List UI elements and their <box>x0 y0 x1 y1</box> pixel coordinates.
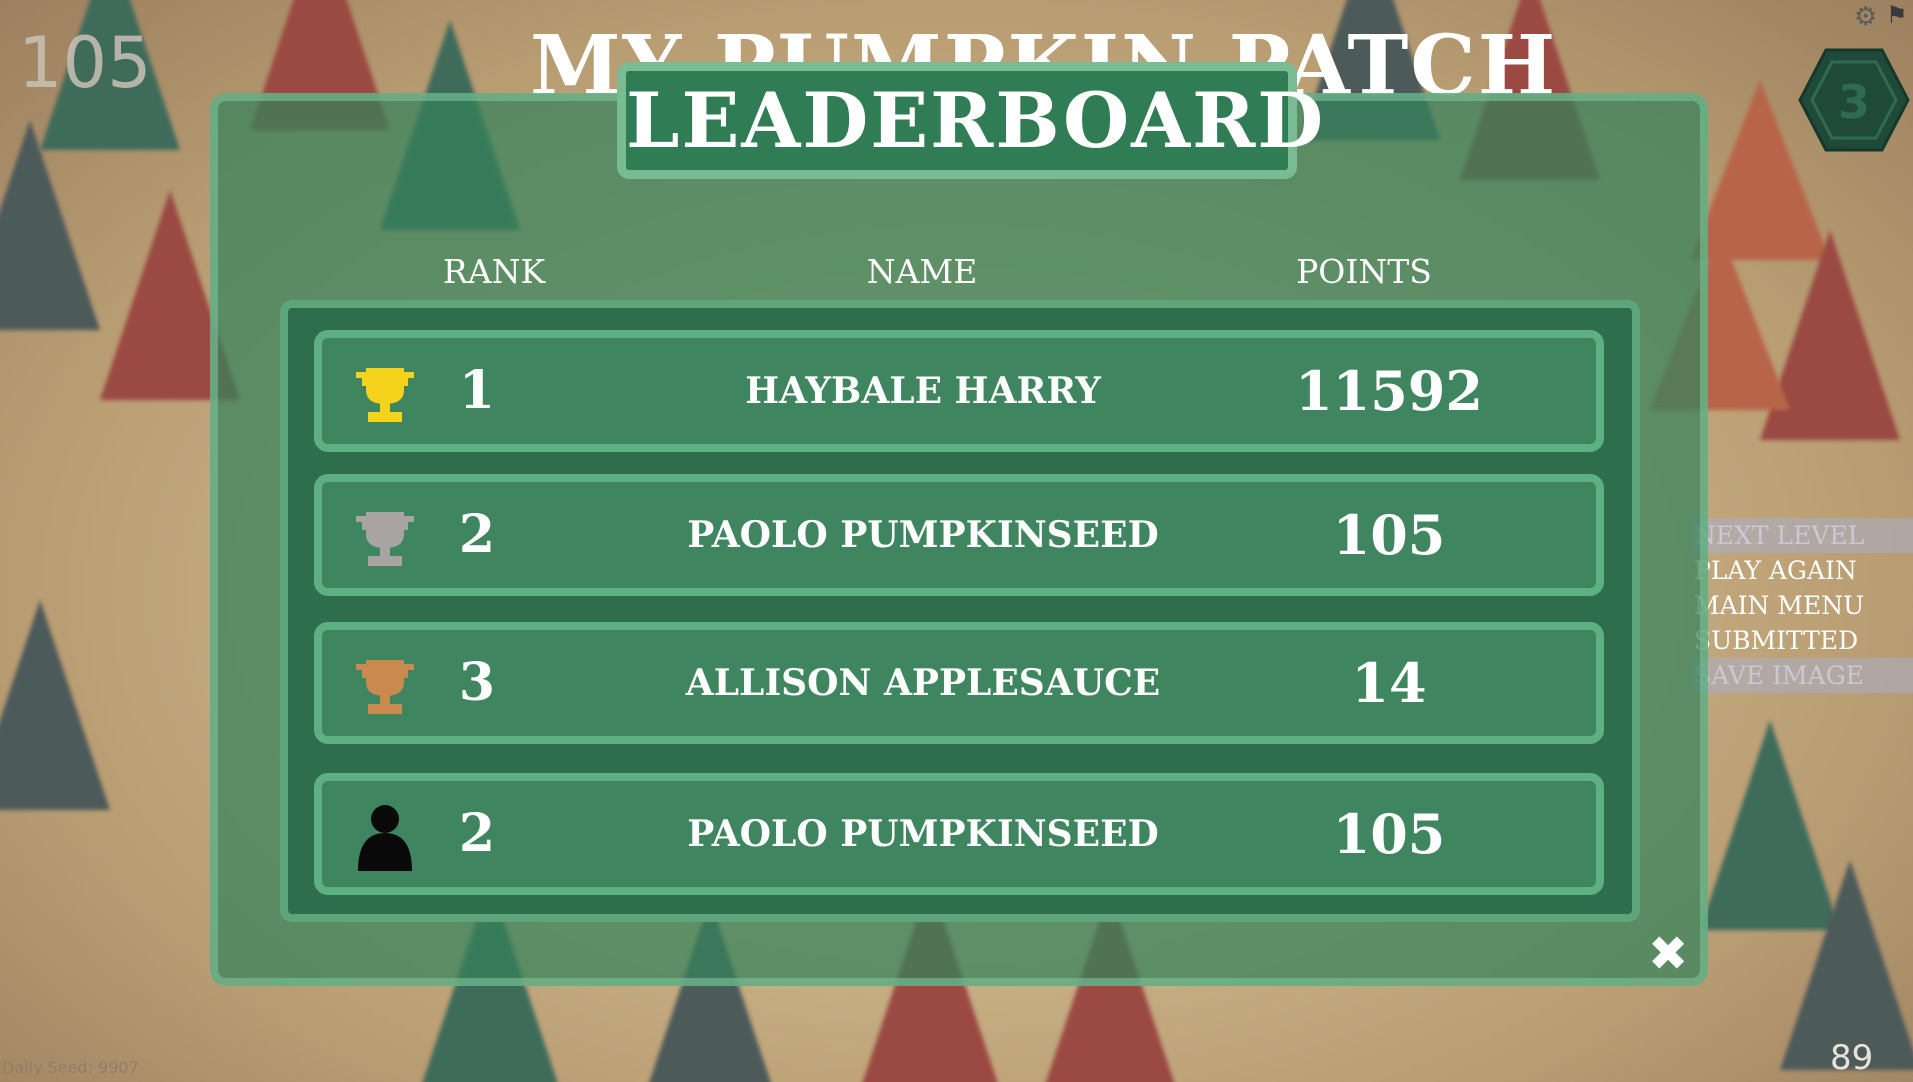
bronze-trophy-icon <box>352 658 418 718</box>
silver-trophy-icon <box>352 510 418 570</box>
submitted-button[interactable]: SUBMITTED <box>1690 623 1913 658</box>
background-tree <box>0 120 100 330</box>
flag-icon[interactable]: ⚑ <box>1886 2 1912 28</box>
leaderboard-row: 1 HAYBALE HARRY 11592 <box>314 330 1604 452</box>
player-points: 105 <box>1332 503 1446 567</box>
settings-gear-icon[interactable]: ⚙ <box>1854 4 1880 30</box>
rank-number: 1 <box>458 360 496 421</box>
play-again-button[interactable]: PLAY AGAIN <box>1690 553 1913 588</box>
main-menu-button[interactable]: MAIN MENU <box>1690 588 1913 623</box>
player-name: PAOLO PUMPKINSEED <box>687 514 1159 556</box>
rank-column-header: RANK <box>442 252 546 291</box>
leaderboard-title: LEADERBOARD <box>617 62 1323 179</box>
gold-trophy-icon <box>352 366 418 426</box>
next-level-button[interactable]: NEXT LEVEL <box>1690 518 1913 553</box>
player-points: 11592 <box>1295 359 1483 423</box>
player-silhouette-icon <box>352 803 418 873</box>
current-player-row: 2 PAOLO PUMPKINSEED 105 <box>314 773 1604 895</box>
close-icon[interactable]: ✖ <box>1648 930 1688 978</box>
game-scene: 105 MY PUMPKIN PATCH ⚙ ⚑ 3 NEXT LEVEL PL… <box>0 0 1913 1082</box>
side-menu: NEXT LEVEL PLAY AGAIN MAIN MENU SUBMITTE… <box>1690 518 1913 693</box>
daily-seed-label: Daily Seed: 9907 <box>2 1058 139 1077</box>
player-name: ALLISON APPLESAUCE <box>685 662 1161 704</box>
rank-number: 2 <box>458 803 496 864</box>
hexagon-badge-icon: 3 <box>1798 48 1910 152</box>
player-points: 105 <box>1332 802 1446 866</box>
player-name: HAYBALE HARRY <box>745 370 1101 412</box>
background-tree <box>0 600 110 810</box>
leaderboard-row: 2 PAOLO PUMPKINSEED 105 <box>314 474 1604 596</box>
name-column-header: NAME <box>866 252 978 291</box>
points-column-header: POINTS <box>1296 252 1432 291</box>
level-badge: 3 <box>1798 48 1910 152</box>
rank-number: 3 <box>458 652 496 713</box>
score-display: 105 <box>18 22 152 104</box>
leaderboard-row: 3 ALLISON APPLESAUCE 14 <box>314 622 1604 744</box>
level-number: 3 <box>1838 75 1870 129</box>
player-name: PAOLO PUMPKINSEED <box>687 813 1159 855</box>
player-points: 14 <box>1351 651 1427 715</box>
counter-display: 89 <box>1830 1038 1874 1078</box>
rank-number: 2 <box>458 504 496 565</box>
save-image-button[interactable]: SAVE IMAGE <box>1690 658 1913 693</box>
